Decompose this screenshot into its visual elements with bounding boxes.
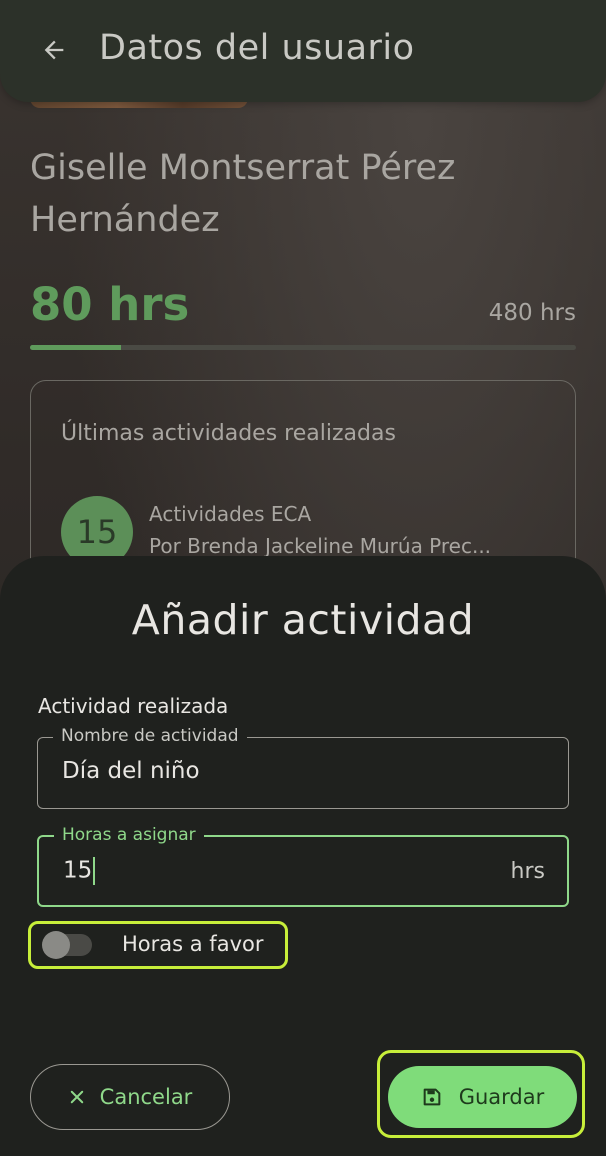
hours-goal: 480 hrs: [488, 300, 576, 326]
progress-fill: [30, 345, 122, 350]
save-label: Guardar: [458, 1085, 545, 1109]
activity-name-value: Día del niño: [62, 758, 200, 784]
switch-thumb: [42, 931, 70, 959]
page-title: Datos del usuario: [99, 28, 415, 68]
hours-field[interactable]: Horas a asignar 15 hrs: [37, 825, 569, 907]
close-icon: [70, 1090, 83, 1104]
card-title: Últimas actividades realizadas: [61, 421, 396, 446]
hours-label: Horas a asignar: [54, 825, 204, 845]
save-highlight: Guardar: [377, 1050, 585, 1138]
favor-hours-toggle-row[interactable]: Horas a favor: [28, 921, 288, 969]
favor-hours-label: Horas a favor: [122, 932, 264, 956]
sheet-title: Añadir actividad: [131, 596, 475, 644]
hours-value: 15: [63, 857, 93, 884]
back-button[interactable]: [34, 30, 74, 70]
cancel-button[interactable]: Cancelar: [30, 1064, 230, 1130]
arrow-left-icon: [44, 40, 64, 60]
save-icon: [423, 1088, 441, 1106]
activity-name-label: Nombre de actividad: [53, 726, 247, 746]
save-button[interactable]: Guardar: [388, 1066, 577, 1128]
favor-hours-switch[interactable]: [42, 931, 92, 959]
hours-progress-bar: [30, 345, 576, 350]
user-name: Giselle Montserrat Pérez Hernández: [30, 148, 456, 240]
activity-author: Por Brenda Jackeline Murúa Prec...: [149, 534, 492, 558]
cancel-label: Cancelar: [99, 1085, 193, 1109]
hours-input-value: 15: [63, 857, 96, 885]
activity-name-field[interactable]: Nombre de actividad Día del niño: [37, 726, 569, 809]
text-caret: [93, 857, 96, 885]
app-bar: Datos del usuario: [0, 0, 606, 102]
activity-name[interactable]: Actividades ECA: [149, 502, 311, 526]
add-activity-sheet: Añadir actividad Actividad realizada Nom…: [0, 556, 606, 1156]
hours-suffix: hrs: [510, 859, 545, 884]
section-label: Actividad realizada: [38, 694, 229, 718]
hours-done: 80 hrs: [30, 278, 190, 331]
